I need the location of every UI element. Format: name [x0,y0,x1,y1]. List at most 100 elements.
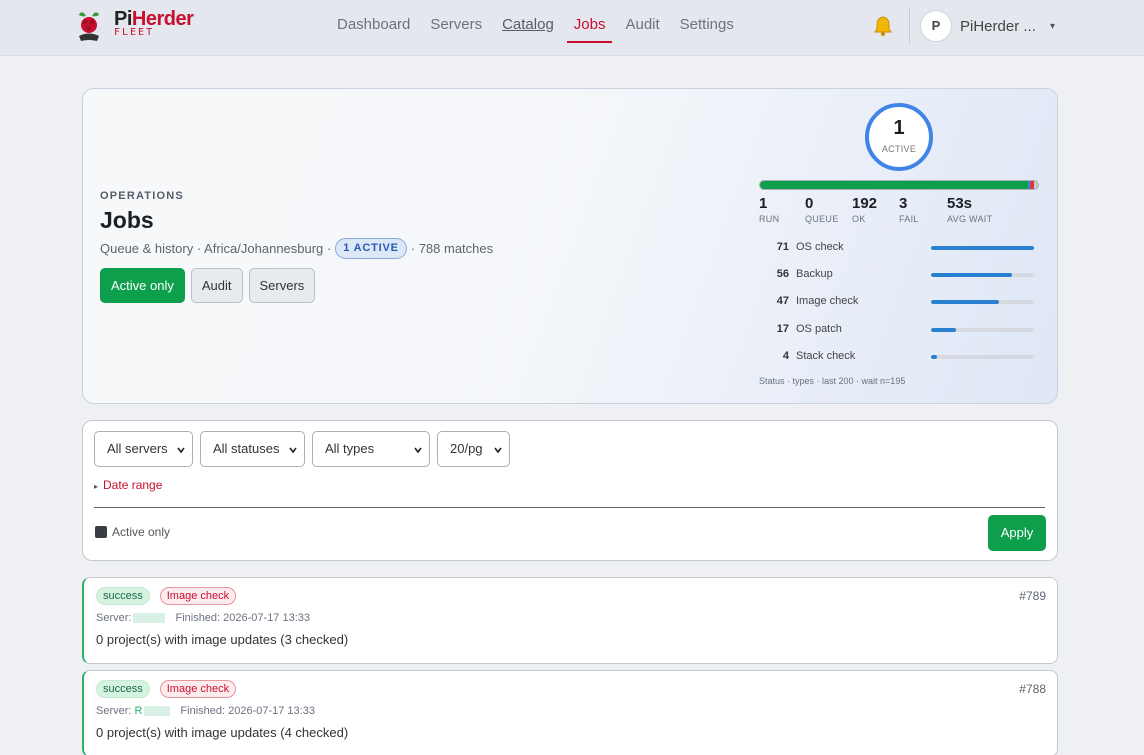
job-type-breakdown: 71 OS check 56 Backup 47 Image check 17 … [759,240,1039,376]
stats-footnote: Status · types · last 200 · wait n=195 [759,376,906,386]
active-count-badge: 1 ACTIVE [335,238,407,259]
raspberry-logo-icon [76,9,102,43]
active-only-checkbox[interactable] [95,526,107,538]
job-card[interactable]: success Image check #788 Server: R Finis… [82,670,1058,755]
jobs-overview-panel: OPERATIONS Jobs Queue & history · Africa… [82,88,1058,404]
filter-panel: All servers All statuses All types 20/pg… [82,420,1058,561]
stat-label: FAIL [899,214,919,224]
type-row: 56 Backup [759,267,1039,294]
active-ring: 1 ACTIVE [865,103,933,171]
status-badge: success [96,587,150,605]
page-meta: Queue & history · Africa/Johannesburg · … [100,238,493,259]
type-name: OS check [796,241,844,253]
type-bar-fill [931,327,956,332]
server-name: R [134,705,143,717]
job-stats: 1 RUN 0 QUEUE 192 OK 3 FAIL 53s AVG WAIT [759,196,1059,228]
nav-dashboard[interactable]: Dashboard [330,0,417,56]
date-range-label: Date range [103,478,163,492]
brand[interactable]: PiHerder FLEET [76,8,194,43]
stat-label: AVG WAIT [947,214,993,224]
type-bar [931,327,1034,332]
user-menu[interactable]: P PiHerder ... ▾ [920,10,1055,42]
top-navbar: PiHerder FLEET Dashboard Servers Catalog… [0,0,1144,56]
finished-time: Finished: 2026-07-17 13:33 [175,612,311,624]
status-select[interactable]: All statuses [200,431,305,467]
type-count: 71 [776,241,789,253]
bell-icon[interactable] [872,15,894,37]
avatar: P [920,10,952,42]
job-meta: Server: Finished: 2026-07-17 13:33 [96,612,310,624]
type-bar-fill [931,354,938,359]
stat-fail: 3 FAIL [899,195,919,225]
apply-button[interactable]: Apply [988,515,1046,551]
page-title: Jobs [100,207,154,233]
section-eyebrow: OPERATIONS [100,190,184,202]
chevron-down-icon [177,447,185,454]
nav-audit[interactable]: Audit [618,0,666,56]
job-card[interactable]: success Image check #789 Server: Finishe… [82,577,1058,664]
active-ring-label: ACTIVE [881,144,917,154]
caret-right-icon: ▸ [94,482,99,491]
job-id[interactable]: #788 [1019,682,1046,696]
nav-divider [909,8,910,44]
brand-name: PiHerder [114,8,194,30]
stat-value: 53s [947,195,973,212]
stat-ok: 192 OK [852,195,878,225]
type-name: Stack check [796,349,856,362]
page-size-select[interactable]: 20/pg [437,431,510,467]
active-only-button[interactable]: Active only [100,268,185,303]
status-distribution-bar [759,180,1039,190]
audit-button[interactable]: Audit [190,268,243,303]
meta-suffix: · 788 matches [410,241,494,256]
date-range-toggle[interactable]: ▸ Date range [94,478,162,492]
job-type-badge: Image check [159,587,237,605]
servers-button[interactable]: Servers [248,268,316,303]
type-name: Backup [796,268,833,281]
type-bar [931,354,1034,359]
type-count: 4 [782,349,789,362]
status-segment-fail [1029,181,1034,189]
job-id[interactable]: #789 [1019,589,1046,603]
type-bar [931,273,1034,278]
job-meta: Server: R Finished: 2026-07-17 13:33 [96,705,315,717]
stat-run: 1 RUN [759,195,780,225]
server-label: Server: [96,612,132,624]
stat-value: 0 [805,195,814,212]
server-select[interactable]: All servers [94,431,193,467]
nav-jobs[interactable]: Jobs [566,0,613,56]
type-bar [931,300,1034,305]
stat-label: OK [852,214,866,224]
chevron-down-icon [289,447,297,454]
stat-queue: 0 QUEUE [805,195,839,225]
server-label: Server: [96,705,132,717]
job-badges: success Image check [96,587,237,605]
redacted-server-name [144,706,171,716]
stat-value: 192 [852,195,878,212]
stat-value: 3 [899,195,908,212]
type-row: 17 OS patch [759,322,1039,349]
main-nav: Dashboard Servers Catalog Jobs Audit Set… [330,0,747,56]
status-segment-ok [760,181,1029,189]
active-only-checkbox-label[interactable]: Active only [112,525,170,539]
type-select[interactable]: All types [312,431,430,467]
nav-servers[interactable]: Servers [423,0,489,56]
type-select-value: All types [325,441,375,456]
job-type-badge: Image check [159,680,237,698]
type-bar-fill [931,300,999,305]
type-count: 47 [776,295,789,308]
job-message: 0 project(s) with image updates (4 check… [96,725,349,740]
nav-catalog[interactable]: Catalog [495,0,561,56]
page-size-select-value: 20/pg [450,441,483,456]
stat-label: QUEUE [805,214,839,224]
server-select-value: All servers [107,441,168,456]
type-name: OS patch [796,322,842,335]
redacted-server-name [133,613,166,623]
stat-label: RUN [759,214,780,224]
type-bar [931,246,1034,250]
user-name: PiHerder ... [960,17,1036,35]
nav-settings[interactable]: Settings [673,0,741,56]
active-ring-value: 1 [893,117,905,139]
type-row: 47 Image check [759,294,1039,321]
stat-value: 1 [759,195,768,212]
job-message: 0 project(s) with image updates (3 check… [96,632,349,647]
